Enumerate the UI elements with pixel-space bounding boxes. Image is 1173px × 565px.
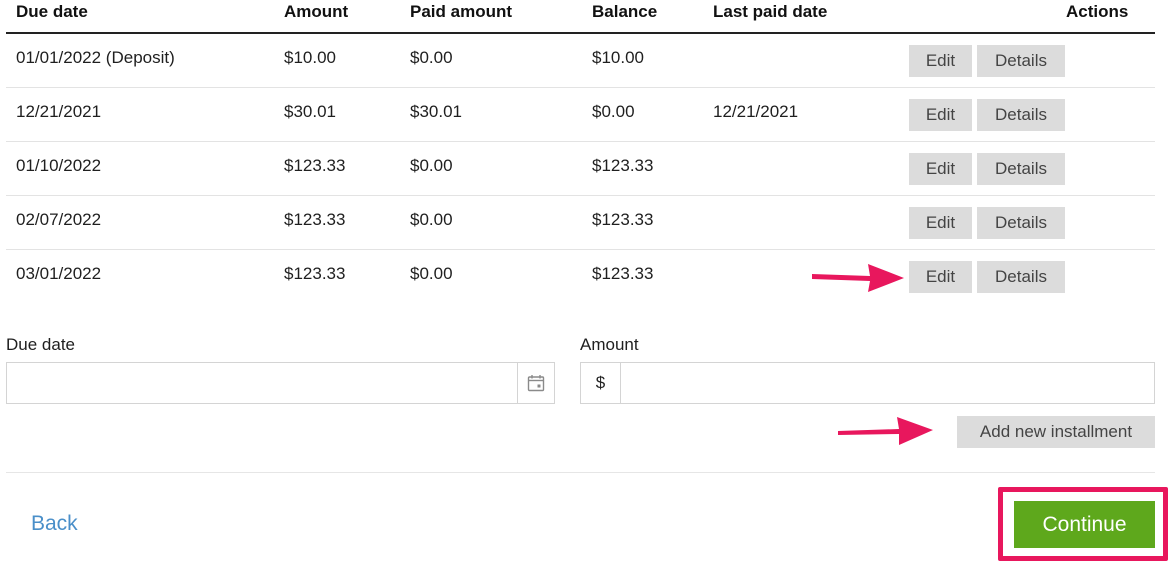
continue-button[interactable]: Continue — [1014, 501, 1155, 548]
details-button[interactable]: Details — [977, 99, 1065, 131]
cell-balance: $123.33 — [592, 210, 654, 229]
amount-label: Amount — [580, 335, 639, 354]
table-row: 01/10/2022 $123.33 $0.00 $123.33 Edit De… — [6, 142, 1155, 196]
header-paid-amount: Paid amount — [410, 2, 513, 21]
table-row: 12/21/2021 $30.01 $30.01 $0.00 12/21/202… — [6, 88, 1155, 142]
cell-due-date: 12/21/2021 — [16, 102, 102, 121]
edit-button[interactable]: Edit — [909, 45, 972, 77]
table-header: Due date Amount Paid amount Balance Last… — [6, 0, 1155, 34]
edit-button[interactable]: Edit — [909, 261, 972, 293]
details-button[interactable]: Details — [977, 261, 1065, 293]
cell-last-paid-date: 12/21/2021 — [713, 102, 799, 121]
cell-paid-amount: $0.00 — [410, 210, 453, 229]
details-button[interactable]: Details — [977, 45, 1065, 77]
installments-table: Due date Amount Paid amount Balance Last… — [6, 0, 1155, 304]
edit-button[interactable]: Edit — [909, 153, 972, 185]
amount-input[interactable] — [581, 363, 1154, 403]
cell-amount: $123.33 — [284, 156, 346, 175]
back-link[interactable]: Back — [31, 512, 78, 536]
annotation-arrow-add-icon — [838, 417, 933, 445]
cell-paid-amount: $0.00 — [410, 156, 453, 175]
cell-balance: $10.00 — [592, 48, 644, 67]
details-button[interactable]: Details — [977, 207, 1065, 239]
calendar-icon — [527, 375, 545, 392]
header-last-paid-date: Last paid date — [713, 2, 828, 21]
calendar-button[interactable] — [517, 363, 554, 403]
header-amount: Amount — [284, 2, 349, 21]
section-divider — [6, 472, 1155, 473]
due-date-field — [6, 362, 555, 404]
cell-amount: $30.01 — [284, 102, 336, 121]
table-row: 03/01/2022 $123.33 $0.00 $123.33 Edit De… — [6, 250, 1155, 304]
cell-balance: $123.33 — [592, 156, 654, 175]
table-row: 01/01/2022 (Deposit) $10.00 $0.00 $10.00… — [6, 34, 1155, 88]
details-button[interactable]: Details — [977, 153, 1065, 185]
amount-field: $ — [580, 362, 1155, 404]
cell-paid-amount: $0.00 — [410, 48, 453, 67]
cell-amount: $10.00 — [284, 48, 336, 67]
annotation-arrow-edit-icon — [812, 264, 904, 292]
edit-button[interactable]: Edit — [909, 207, 972, 239]
cell-paid-amount: $30.01 — [410, 102, 462, 121]
header-due-date: Due date — [16, 2, 88, 21]
cell-due-date: 01/01/2022 (Deposit) — [16, 48, 175, 67]
cell-due-date: 02/07/2022 — [16, 210, 102, 229]
header-balance: Balance — [592, 2, 658, 21]
due-date-input[interactable] — [7, 363, 554, 403]
currency-addon: $ — [581, 363, 621, 403]
cell-amount: $123.33 — [284, 264, 346, 283]
cell-amount: $123.33 — [284, 210, 346, 229]
cell-balance: $0.00 — [592, 102, 635, 121]
header-actions: Actions — [1066, 2, 1129, 21]
table-row: 02/07/2022 $123.33 $0.00 $123.33 Edit De… — [6, 196, 1155, 250]
cell-due-date: 03/01/2022 — [16, 264, 102, 283]
cell-due-date: 01/10/2022 — [16, 156, 102, 175]
cell-paid-amount: $0.00 — [410, 264, 453, 283]
due-date-label: Due date — [6, 335, 75, 354]
cell-balance: $123.33 — [592, 264, 654, 283]
edit-button[interactable]: Edit — [909, 99, 972, 131]
add-new-installment-button[interactable]: Add new installment — [957, 416, 1155, 448]
